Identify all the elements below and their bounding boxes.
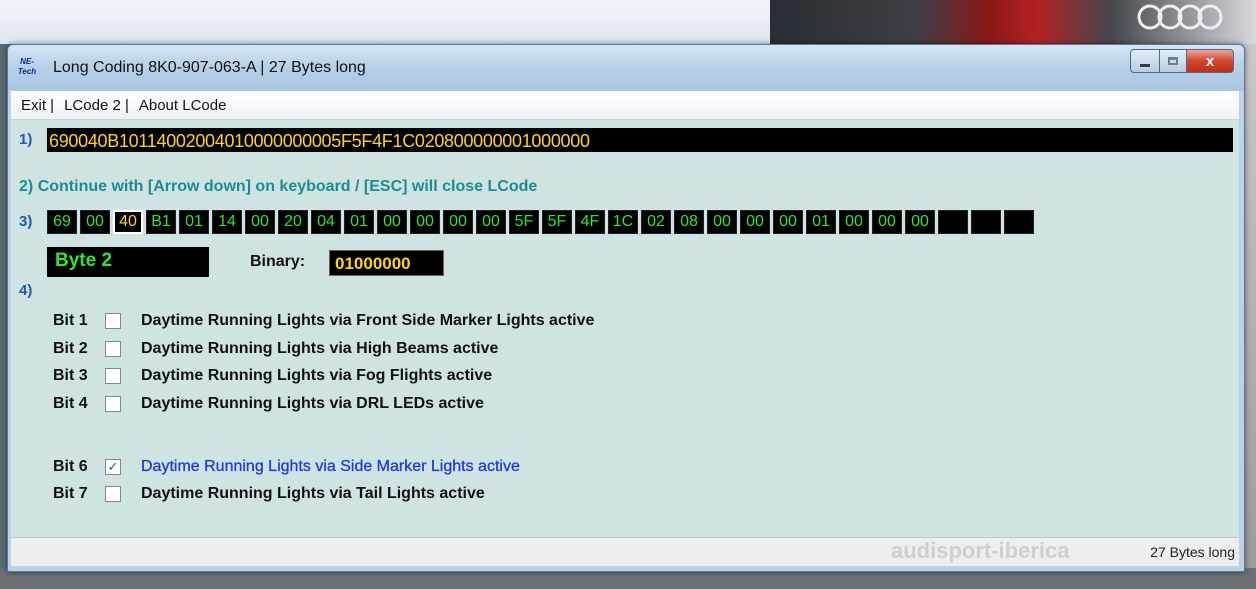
bit-label: Bit 6 [53,458,88,475]
byte-cell[interactable]: B1 [146,210,176,234]
binary-value: 01000000 [329,250,444,276]
byte-cell[interactable]: 00 [905,210,935,234]
bit-label: Bit 4 [53,395,88,412]
section3-label: 3) [19,213,33,230]
bit-checkbox[interactable] [105,341,121,357]
maximize-icon [1168,57,1178,65]
bit-description: Daytime Running Lights via Tail Lights a… [141,485,485,502]
byte-selector: 69 00 40 B1 01 14 00 20 04 01 00 00 00 00 5F 5F 4F 1C 02 08… [47,210,1037,234]
bit-description: Daytime Running Lights via Front Side Ma… [141,312,595,329]
window-title: Long Coding 8K0-907-063-A | 27 Bytes lon… [53,59,366,76]
selected-byte-display: Byte 2 [47,247,209,277]
bit-description: Daytime Running Lights via Side Marker L… [141,458,520,475]
byte-cell[interactable] [1004,210,1034,234]
byte-cell[interactable]: 00 [80,210,110,234]
byte-cell[interactable]: 00 [773,210,803,234]
status-text: 27 Bytes long [1150,544,1235,560]
menu-lcode2[interactable]: LCode 2 | [64,97,129,114]
bit-description: Daytime Running Lights via DRL LEDs acti… [141,395,484,412]
binary-label: Binary: [250,253,306,270]
app-icon: NE-Tech [17,57,37,76]
bit-checkbox[interactable] [105,396,121,412]
byte-cell[interactable]: 01 [344,210,374,234]
bit-label: Bit 2 [53,340,88,357]
bit-checkbox[interactable] [105,486,121,502]
byte-cell[interactable]: 4F [575,210,605,234]
byte-cell[interactable]: 00 [443,210,473,234]
byte-cell[interactable]: 00 [740,210,770,234]
bit-option-row[interactable]: Bit 1 Daytime Running Lights via Front Si… [53,310,594,332]
section1-label: 1) [19,131,33,148]
menu-about[interactable]: About LCode [139,97,227,114]
byte-cell[interactable]: 00 [707,210,737,234]
bit-checkbox[interactable]: ✓ [105,459,121,475]
coding-string-field[interactable]: 690040B10114002004010000000005F5F4F1C020… [47,128,1233,152]
close-icon: x [1205,52,1215,70]
bit-option-row[interactable]: Bit 3 Daytime Running Lights via Fog Flig… [53,365,492,387]
bit-option-row[interactable]: Bit 7 Daytime Running Lights via Tail Lig… [53,483,485,505]
minimize-icon [1140,63,1150,67]
status-bar: audisport-iberica 27 Bytes long [11,537,1239,566]
instruction-text: 2) Continue with [Arrow down] on keyboar… [19,178,538,195]
bit-option-row[interactable]: Bit 2 Daytime Running Lights via High Bea… [53,338,498,360]
byte-cell[interactable]: 08 [674,210,704,234]
lcode-window: NE-Tech Long Coding 8K0-907-063-A | 27 B… [7,44,1245,572]
menu-bar: Exit | LCode 2 | About LCode [11,91,1239,120]
bit-label: Bit 7 [53,485,88,502]
section4-label: 4) [19,282,33,299]
window-controls: x [1130,49,1234,73]
byte-cell[interactable]: 01 [806,210,836,234]
byte-cell[interactable]: 14 [212,210,242,234]
maximize-button[interactable] [1160,49,1187,73]
byte-cell[interactable]: 00 [839,210,869,234]
bit-checkbox[interactable] [105,368,121,384]
byte-cell[interactable]: 40 [113,210,143,234]
bit-description: Daytime Running Lights via Fog Flights a… [141,367,493,384]
byte-cell[interactable]: 04 [311,210,341,234]
close-button[interactable]: x [1187,49,1234,73]
byte-cell[interactable] [971,210,1001,234]
byte-cell[interactable]: 00 [245,210,275,234]
byte-cell[interactable]: 20 [278,210,308,234]
main-panel: 1) 690040B10114002004010000000005F5F4F1C… [11,120,1239,537]
bit-option-row[interactable]: Bit 4 Daytime Running Lights via DRL LEDs… [53,393,484,415]
bit-label: Bit 3 [53,367,88,384]
byte-cell[interactable] [938,210,968,234]
byte-cell[interactable]: 00 [410,210,440,234]
byte-cell[interactable]: 01 [179,210,209,234]
bit-description: Daytime Running Lights via High Beams ac… [141,340,499,357]
byte-cell[interactable]: 00 [377,210,407,234]
byte-cell[interactable]: 00 [872,210,902,234]
bit-option-row[interactable]: Bit 6 ✓ Daytime Running Lights via Side Ma… [53,456,520,478]
byte-cell[interactable]: 1C [608,210,638,234]
byte-cell[interactable]: 02 [641,210,671,234]
coding-string: 690040B10114002004010000000005F5F4F1C020… [49,131,590,151]
byte-cell[interactable]: 5F [509,210,539,234]
byte-cell[interactable]: 00 [476,210,506,234]
minimize-button[interactable] [1130,49,1160,73]
byte-cell[interactable]: 69 [47,210,77,234]
bit-checkbox[interactable] [105,313,121,329]
menu-exit[interactable]: Exit | [21,97,54,114]
car-logo-rings [1137,4,1223,30]
bit-label: Bit 1 [53,312,88,329]
title-bar[interactable]: NE-Tech Long Coding 8K0-907-063-A | 27 B… [8,45,1244,91]
watermark: audisport-iberica [891,538,1070,563]
byte-cell[interactable]: 5F [542,210,572,234]
background-window [0,0,780,44]
